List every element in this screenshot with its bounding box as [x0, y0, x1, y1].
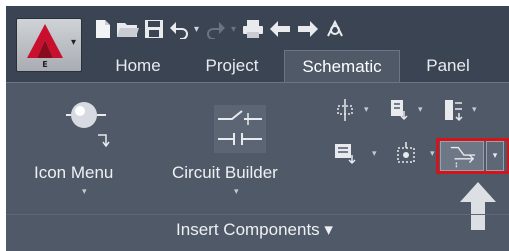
icon-menu-dropdown-icon[interactable]: ▾ — [82, 187, 87, 197]
ribbon-tab-bar: Home Project Schematic Panel — [92, 50, 509, 84]
circuit-builder-icon[interactable] — [214, 105, 266, 153]
quick-access-toolbar: ▾ ▾ — [94, 14, 350, 44]
tool-2-dropdown-icon[interactable]: ▾ — [418, 105, 423, 115]
circuit-builder-dropdown-icon[interactable]: ▾ — [234, 187, 239, 197]
tab-panel[interactable]: Panel — [406, 50, 490, 82]
tab-home[interactable]: Home — [92, 50, 184, 82]
back-icon[interactable] — [268, 14, 292, 44]
save-icon[interactable] — [144, 14, 164, 44]
project-manager-icon[interactable] — [324, 14, 346, 44]
insert-wire-number-icon[interactable] — [332, 97, 358, 123]
autocad-electrical-window: ▾ E ▾ ▾ Home Project Schematic Panel Ico… — [6, 6, 509, 251]
icon-menu-icon[interactable] — [66, 99, 112, 151]
multi-wire-bus-icon[interactable] — [440, 97, 466, 123]
redo-icon[interactable] — [205, 14, 227, 44]
tab-schematic[interactable]: Schematic — [284, 50, 400, 84]
redo-dropdown-icon[interactable]: ▾ — [231, 24, 236, 35]
highlighted-tool-dropdown-icon[interactable]: ▾ — [486, 141, 504, 171]
insert-circuit-icon[interactable] — [332, 141, 358, 167]
tool-1-dropdown-icon[interactable]: ▾ — [364, 105, 369, 115]
forward-icon[interactable] — [296, 14, 320, 44]
tool-3-dropdown-icon[interactable]: ▾ — [472, 105, 477, 115]
circuit-builder-label[interactable]: Circuit Builder — [172, 163, 278, 183]
panel-title-insert-components[interactable]: Insert Components ▾ — [6, 220, 509, 240]
app-product-letter: E — [42, 60, 48, 69]
open-icon[interactable] — [116, 14, 140, 44]
undo-dropdown-icon[interactable]: ▾ — [194, 24, 199, 35]
new-icon[interactable] — [94, 14, 112, 44]
insert-wire-connection-icon[interactable] — [440, 141, 484, 171]
application-menu-button[interactable]: ▾ E — [16, 18, 82, 72]
insert-connector-icon[interactable] — [394, 141, 420, 167]
multiple-insert-icon[interactable] — [386, 97, 412, 123]
tool-4-dropdown-icon[interactable]: ▾ — [372, 149, 377, 159]
tool-5-dropdown-icon[interactable]: ▾ — [430, 149, 435, 159]
print-icon[interactable] — [242, 14, 264, 44]
app-menu-dropdown-icon: ▾ — [71, 37, 77, 48]
undo-icon[interactable] — [168, 14, 190, 44]
icon-menu-label[interactable]: Icon Menu — [34, 163, 113, 183]
panel-separator — [6, 214, 509, 215]
autocad-logo-icon — [27, 24, 63, 58]
tab-project[interactable]: Project — [184, 50, 280, 82]
